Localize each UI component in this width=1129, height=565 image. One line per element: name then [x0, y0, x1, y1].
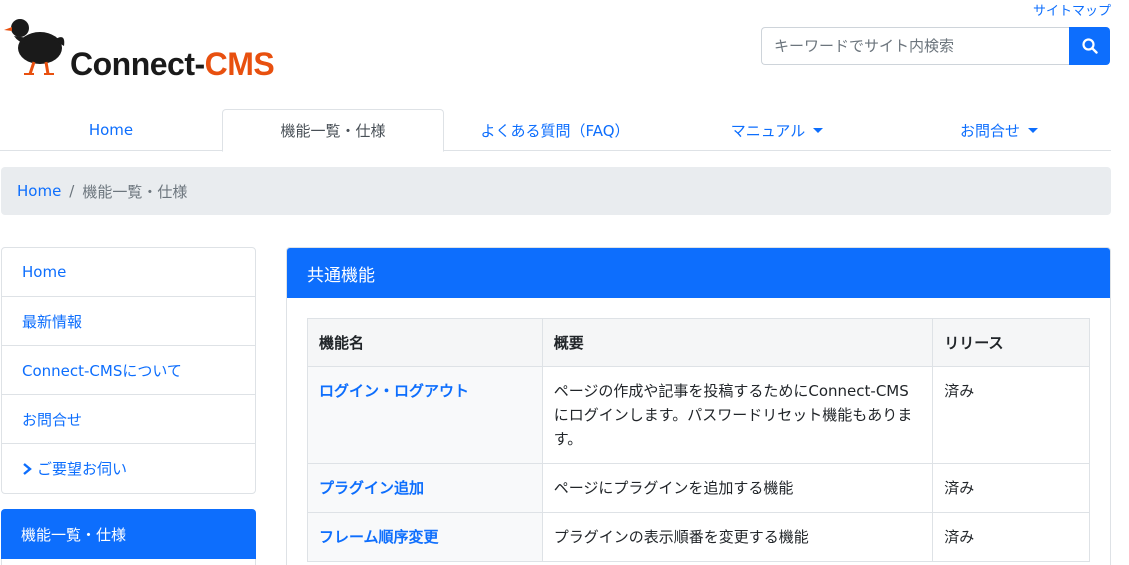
sidebar-item-home[interactable]: Home [2, 248, 255, 297]
tab-home-label: Home [88, 121, 134, 139]
breadcrumb-home-link[interactable]: Home [17, 182, 61, 200]
site-search [761, 27, 1110, 65]
features-table: 機能名 概要 リリース ログイン・ログアウト ページの作成や記事を投稿するために… [307, 318, 1090, 562]
site-logo[interactable]: Connect-CMS [4, 10, 304, 83]
common-features-card: 共通機能 機能名 概要 リリース ログイン・ログアウト ページの作成や記事を投稿… [286, 247, 1111, 565]
breadcrumb-separator: / [69, 182, 75, 200]
feature-summary: ページにプラグインを追加する機能 [541, 463, 934, 513]
feature-name-link[interactable]: ログイン・ログアウト [307, 366, 543, 464]
logo-text-connect: Connect- [70, 46, 205, 82]
caret-down-icon [1028, 127, 1038, 133]
column-header: 概要 [541, 318, 934, 367]
table-row: ログイン・ログアウト ページの作成や記事を投稿するためにConnect-CMSに… [307, 366, 1090, 464]
feature-name-link[interactable]: プラグイン追加 [307, 463, 543, 513]
bird-logo-icon [4, 19, 65, 75]
search-button[interactable] [1069, 27, 1110, 65]
sidebar-item-label: 最新情報 [22, 312, 83, 331]
sidebar-item-features-active[interactable]: 機能一覧・仕様 [1, 509, 256, 559]
tab-faq-label: よくある質問（FAQ） [480, 121, 630, 140]
table-row: プラグイン追加 ページにプラグインを追加する機能 済み [307, 463, 1090, 513]
sidebar-item-label: ご要望お伺い [37, 460, 128, 478]
sitemap-link[interactable]: サイトマップ [1033, 0, 1111, 19]
column-header: リリース [932, 318, 1090, 367]
sidebar-item-label: お問合せ [22, 410, 83, 429]
tab-features-label: 機能一覧・仕様 [280, 122, 386, 140]
breadcrumb-current: 機能一覧・仕様 [82, 182, 188, 201]
table-header-row: 機能名 概要 リリース [307, 318, 1090, 367]
column-header: 機能名 [307, 318, 543, 367]
tab-manual[interactable]: マニュアル [666, 109, 888, 151]
sidebar-submenu-edge [1, 559, 256, 565]
sidebar-item-label: Home [22, 263, 67, 281]
sidebar-item-label: Connect-CMSについて [22, 361, 182, 380]
card-title: 共通機能 [287, 248, 1110, 298]
sidebar-item-news[interactable]: 最新情報 [2, 297, 255, 346]
table-row: フレーム順序変更 プラグインの表示順番を変更する機能 済み [307, 512, 1090, 562]
feature-summary: プラグインの表示順番を変更する機能 [541, 512, 934, 562]
caret-down-icon [813, 127, 824, 133]
feature-release: 済み [932, 512, 1090, 562]
feature-release: 済み [932, 463, 1090, 513]
main-nav-tabs: Home 機能一覧・仕様 よくある質問（FAQ） マニュアル お問合せ [0, 109, 1111, 152]
search-input[interactable] [761, 27, 1069, 65]
sidebar-item-about[interactable]: Connect-CMSについて [2, 346, 255, 395]
sidebar-item-contact[interactable]: お問合せ [2, 395, 255, 444]
feature-release: 済み [932, 366, 1090, 464]
tab-contact-label: お問合せ [959, 121, 1020, 140]
feature-summary: ページの作成や記事を投稿するためにConnect-CMSにログインします。パスワ… [541, 366, 934, 464]
breadcrumb: Home / 機能一覧・仕様 [1, 167, 1111, 215]
tab-home[interactable]: Home [0, 109, 222, 151]
feature-name-link[interactable]: フレーム順序変更 [307, 512, 543, 562]
tab-features[interactable]: 機能一覧・仕様 [222, 109, 444, 152]
chevron-right-icon [23, 462, 32, 475]
logo-text: Connect-CMS [70, 46, 275, 83]
logo-text-cms: CMS [204, 46, 275, 82]
tab-contact[interactable]: お問合せ [888, 109, 1110, 151]
sidebar-active-label: 機能一覧・仕様 [21, 525, 127, 544]
tab-faq[interactable]: よくある質問（FAQ） [444, 109, 666, 151]
sidebar-menu: Home 最新情報 Connect-CMSについて お問合せ ご要望お伺い [1, 247, 256, 494]
sidebar-item-requests[interactable]: ご要望お伺い [2, 444, 255, 493]
search-icon [1081, 38, 1098, 54]
tab-manual-label: マニュアル [730, 121, 806, 140]
